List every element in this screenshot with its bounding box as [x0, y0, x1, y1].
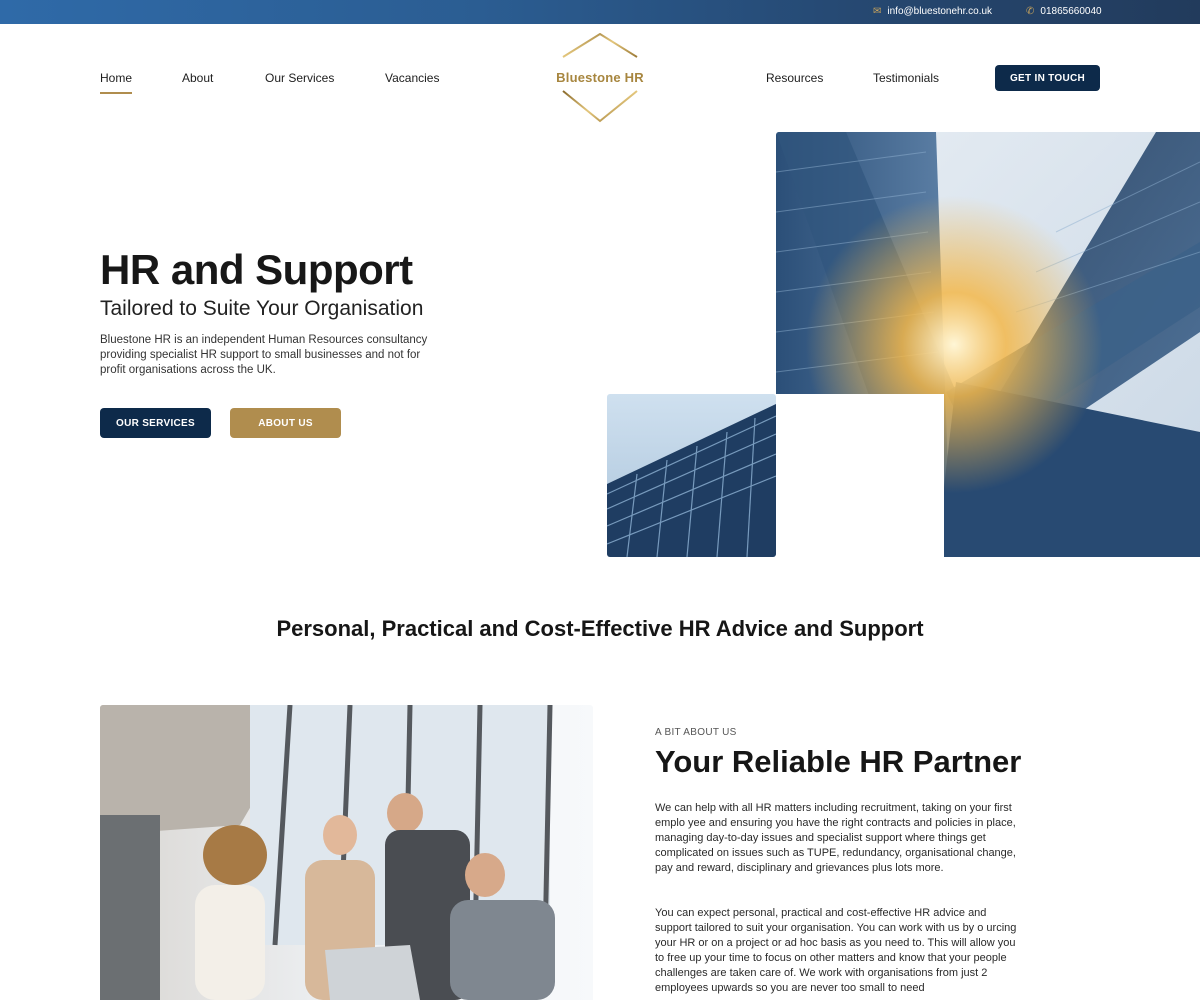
phone-link[interactable]: ✆ 01865660040: [1026, 6, 1102, 17]
section-heading: Personal, Practical and Cost-Effective H…: [276, 616, 924, 641]
nav-about[interactable]: About: [182, 71, 213, 85]
nav-home[interactable]: Home: [100, 71, 133, 94]
top-contact-bar: ✉ info@bluestonehr.co.uk ✆ 01865660040: [0, 0, 1200, 24]
phone-icon: ✆: [1026, 5, 1035, 17]
hero-title: HR and Support: [100, 246, 413, 293]
about-paragraph-1: We can help with all HR matters includin…: [655, 802, 1016, 874]
nav-testimonials[interactable]: Testimonials: [873, 71, 939, 85]
about-title: Your Reliable HR Partner: [655, 744, 1022, 779]
logo-text: Bluestone HR: [556, 70, 644, 85]
nav-vacancies[interactable]: Vacancies: [385, 71, 439, 85]
phone-text: 01865660040: [1040, 6, 1102, 17]
mail-icon: ✉: [873, 5, 882, 17]
about-paragraph-2: You can expect personal, practical and c…: [655, 907, 1017, 994]
brand-logo[interactable]: Bluestone HR: [555, 32, 645, 123]
hero-subtitle: Tailored to Suite Your Organisation: [100, 297, 424, 320]
nav-our-services[interactable]: Our Services: [265, 71, 334, 85]
get-in-touch-button[interactable]: GET IN TOUCH: [995, 65, 1100, 91]
team-meeting-image: [100, 705, 593, 1000]
about-eyebrow: A BIT ABOUT US: [655, 727, 737, 738]
email-link[interactable]: ✉ info@bluestonehr.co.uk: [873, 6, 992, 17]
our-services-button[interactable]: OUR SERVICES: [100, 408, 211, 438]
email-text: info@bluestonehr.co.uk: [887, 6, 993, 17]
nav-resources[interactable]: Resources: [766, 71, 823, 85]
about-us-button[interactable]: ABOUT US: [230, 408, 341, 438]
hero-description: Bluestone HR is an independent Human Res…: [100, 334, 428, 376]
image-gap: [776, 394, 944, 557]
hero-building-small-image: [607, 394, 776, 557]
